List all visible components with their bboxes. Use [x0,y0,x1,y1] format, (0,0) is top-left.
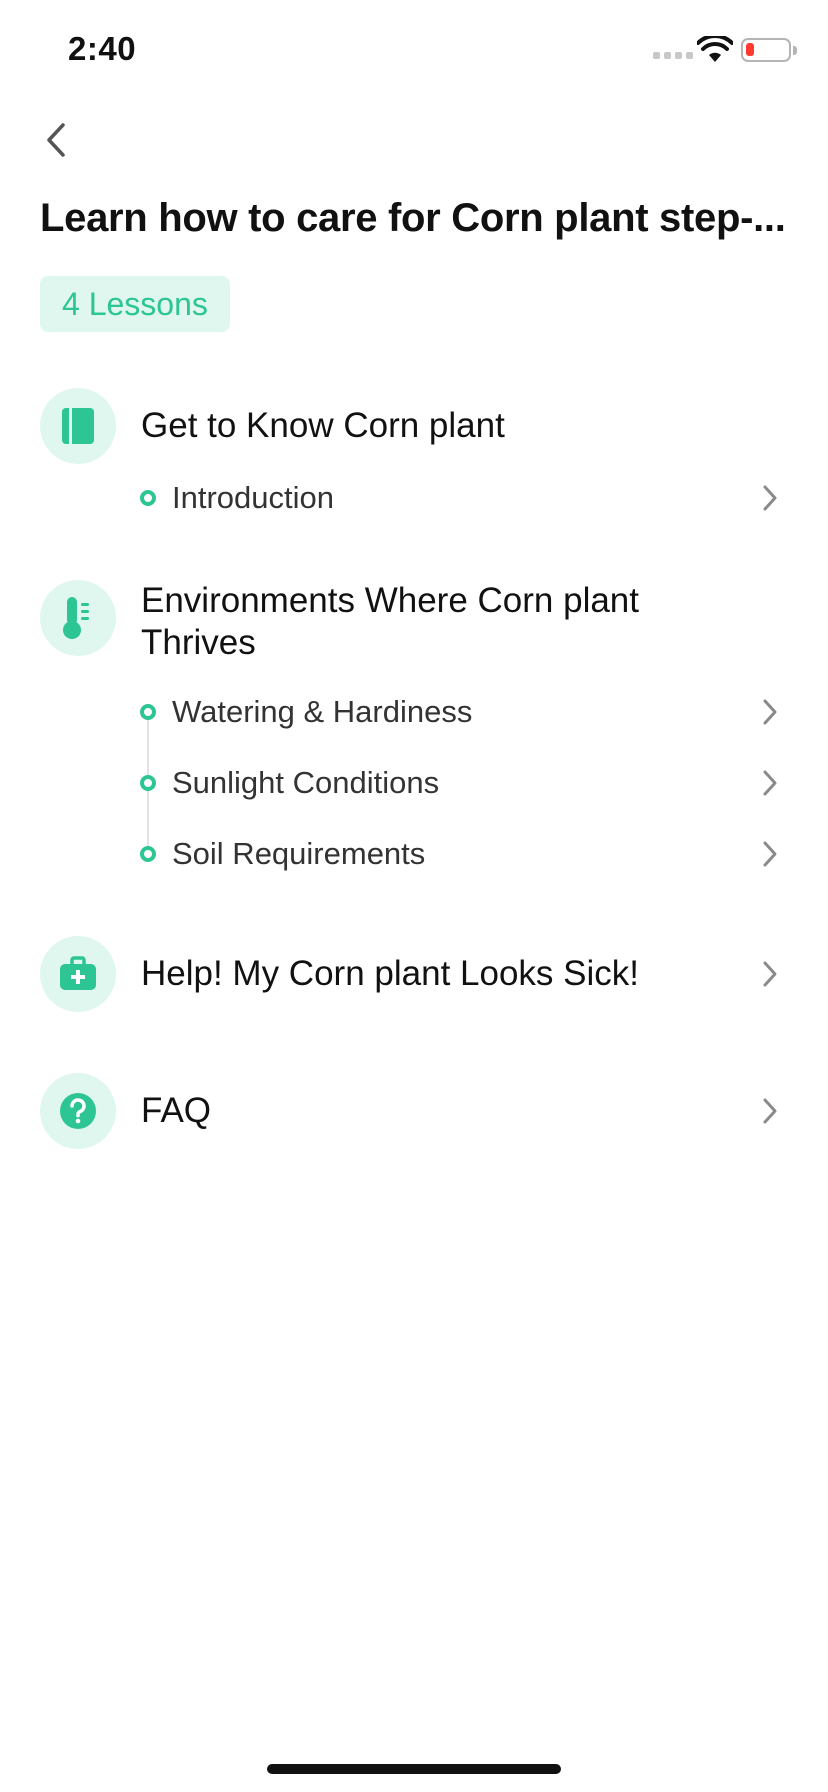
lesson-row-sunlight[interactable]: Sunlight Conditions [0,753,828,813]
lesson-label: Soil Requirements [172,836,426,871]
section-icon-container [40,1073,116,1149]
lesson-label: Introduction [172,480,334,515]
chevron-right-icon [758,483,782,513]
lesson-row-introduction[interactable]: Introduction [0,468,828,528]
section-icon-container [40,936,116,1012]
section-title: Help! My Corn plant Looks Sick! [141,954,639,993]
page-title: Learn how to care for Corn plant step-..… [40,196,786,240]
section-icon-container [40,388,116,464]
lesson-label: Sunlight Conditions [172,765,440,800]
lesson-dot [140,775,156,791]
section-faq[interactable]: FAQ [0,1073,828,1149]
section-title: Environments Where Corn plant Thrives [141,581,639,662]
status-bar: 2:40 [0,0,828,100]
lesson-label: Watering & Hardiness [172,694,473,729]
question-icon [60,1093,96,1129]
cellular-signal-icon [653,52,693,59]
chevron-left-icon [47,123,65,157]
chevron-right-icon [758,768,782,798]
lesson-row-soil[interactable]: Soil Requirements [0,824,828,884]
lesson-dot [140,846,156,862]
lessons-count-badge: 4 Lessons [40,276,230,332]
thermometer-icon [63,597,89,639]
section-title: FAQ [141,1091,212,1130]
lesson-dot [140,704,156,720]
status-time: 2:40 [68,30,137,67]
chevron-right-icon [758,839,782,869]
home-indicator[interactable] [267,1764,561,1774]
section-title: Get to Know Corn plant [141,406,505,445]
first-aid-kit-icon [60,956,96,990]
lesson-row-watering[interactable]: Watering & Hardiness [0,682,828,742]
book-icon [62,408,94,444]
wifi-icon [697,36,733,62]
battery-nub [793,46,797,55]
chevron-right-icon [758,959,782,989]
lesson-dot [140,490,156,506]
chevron-right-icon [758,1096,782,1126]
section-icon-container [40,580,116,656]
back-button[interactable] [36,118,76,162]
section-help-sick[interactable]: Help! My Corn plant Looks Sick! [0,936,828,1012]
battery-icon [741,38,791,62]
chevron-right-icon [758,697,782,727]
